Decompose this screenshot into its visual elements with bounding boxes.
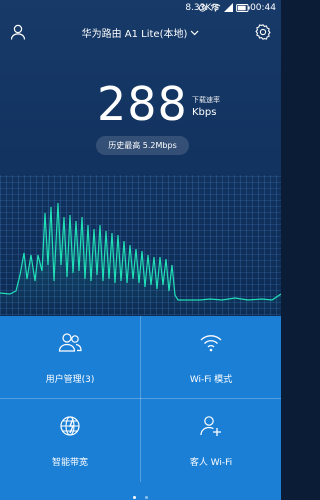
menu-divider-vertical — [140, 316, 141, 482]
users-icon — [58, 333, 82, 352]
menu-divider-horizontal — [0, 398, 281, 399]
settings-button[interactable] — [254, 23, 272, 41]
top-bar: 华为路由 A1 Lite(本地) — [0, 20, 281, 46]
status-bar: 8.33K/s 00:44 — [0, 0, 281, 16]
settings-icon — [255, 24, 271, 40]
download-speed-unit: Kbps — [192, 107, 217, 118]
router-title: 华为路由 A1 Lite(本地) — [81, 29, 188, 40]
menu-tile-user-management[interactable]: 用户管理(3) — [0, 316, 140, 398]
menu-label: 用户管理(3) — [45, 375, 95, 385]
signal-icon — [224, 3, 233, 12]
history-peak-badge: 历史最高 5.2Mbps — [96, 136, 189, 155]
page-indicator — [0, 484, 281, 500]
wifi-icon — [210, 3, 221, 12]
clock: 00:44 — [250, 3, 276, 13]
page-dot-active[interactable] — [132, 496, 136, 499]
user-icon — [10, 24, 26, 40]
menu-label: 客人 Wi-Fi — [189, 458, 233, 468]
menu-tile-wifi-mode[interactable]: Wi-Fi 模式 — [141, 316, 281, 398]
menu-label: 智能带宽 — [51, 458, 88, 468]
alarm-icon — [198, 4, 207, 12]
chevron-down-icon — [190, 30, 199, 35]
download-speed-value: 288 — [97, 77, 188, 131]
status-icons — [198, 3, 250, 12]
menu-label: Wi-Fi 模式 — [189, 375, 233, 385]
page-dot[interactable] — [145, 496, 149, 499]
download-speed-label: 下载速率 — [192, 96, 220, 104]
router-selector[interactable]: 华为路由 A1 Lite(本地) — [82, 25, 200, 40]
user-button[interactable] — [9, 23, 27, 41]
menu-tile-guest-wifi[interactable]: 客人 Wi-Fi — [141, 399, 281, 481]
add-guest-icon — [200, 416, 221, 436]
speed-wave-graph — [0, 202, 281, 315]
battery-icon — [236, 3, 250, 12]
wifi-icon — [200, 335, 222, 352]
menu-tile-smart-bandwidth[interactable]: 智能带宽 — [0, 399, 140, 481]
globe-bandwidth-icon — [60, 416, 80, 436]
router-dashboard: 8.33K/s 00:44 华为路由 A1 Lite(本地) 288 下载速率 … — [0, 0, 281, 500]
